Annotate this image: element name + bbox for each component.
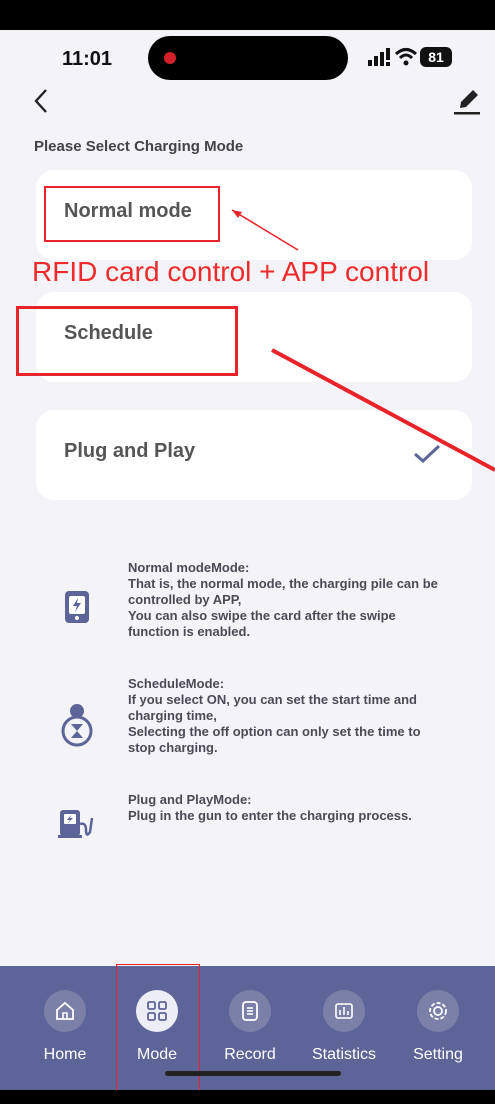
desc-line: That is, the normal mode, the charging p…	[128, 576, 438, 591]
home-indicator	[165, 1071, 341, 1076]
screen: 11:01 81 Please Select Charging Mode Nor…	[0, 30, 495, 1090]
desc-line: function is enabled.	[128, 624, 251, 639]
tab-label-record: Record	[224, 1046, 276, 1063]
phone-charging-icon	[65, 591, 89, 623]
tab-record[interactable]: Record	[210, 966, 290, 1076]
description-normal: Normal modeMode: That is, the normal mod…	[128, 560, 468, 640]
description-schedule: ScheduleMode: If you select ON, you can …	[128, 676, 468, 756]
list-icon	[242, 1001, 258, 1021]
desc-line: If you select ON, you can set the start …	[128, 692, 417, 707]
desc-line: controlled by APP,	[128, 592, 242, 607]
home-icon	[56, 1001, 74, 1020]
tab-home[interactable]: Home	[25, 966, 105, 1076]
bar-chart-icon	[335, 1003, 353, 1019]
tab-label-home: Home	[43, 1046, 87, 1063]
tab-label-setting: Setting	[413, 1046, 463, 1063]
charger-plug-icon	[58, 810, 94, 838]
desc-line: You can also swipe the card after the sw…	[128, 608, 396, 623]
hourglass-icon	[61, 704, 93, 747]
desc-line: ScheduleMode:	[128, 676, 225, 691]
tab-setting[interactable]: Setting	[398, 966, 478, 1076]
gear-icon	[429, 1002, 447, 1020]
desc-line: stop charging.	[128, 740, 218, 755]
tab-label-statistics: Statistics	[311, 1046, 376, 1063]
desc-line: Plug in the gun to enter the charging pr…	[128, 808, 412, 823]
description-plug-and-play: Plug and PlayMode: Plug in the gun to en…	[128, 792, 468, 824]
tab-statistics[interactable]: Statistics	[304, 966, 384, 1076]
desc-line: Plug and PlayMode:	[128, 792, 252, 807]
desc-line: charging time,	[128, 708, 217, 723]
desc-line: Normal modeMode:	[128, 560, 250, 575]
annotation-arrows	[231, 209, 495, 472]
desc-line: Selecting the off option can only set th…	[128, 724, 421, 739]
